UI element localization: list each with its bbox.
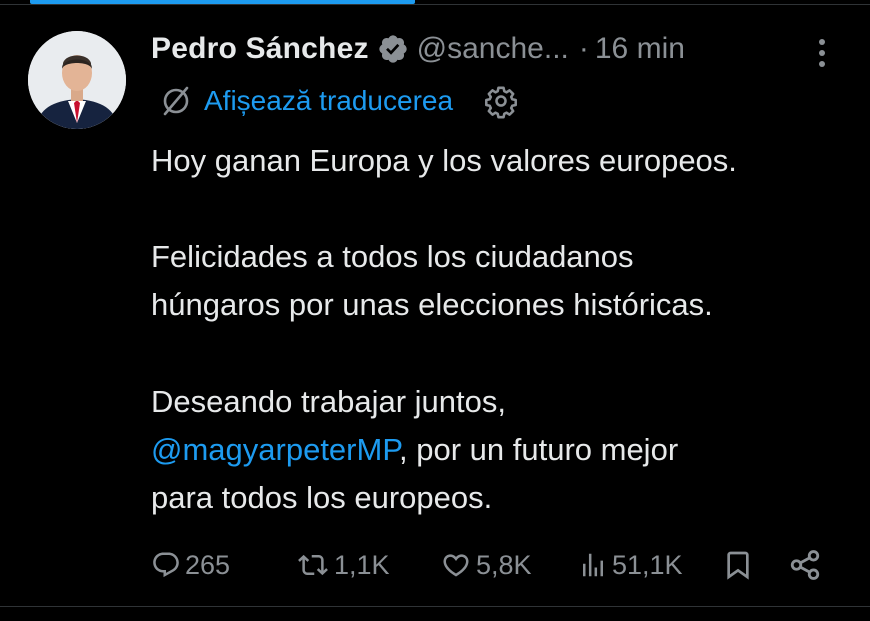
tweet-text-line: Hoy ganan Europa y los valores europeos.	[151, 143, 737, 178]
translate-globe-icon	[158, 83, 194, 119]
author-handle[interactable]: @sanche...	[417, 32, 569, 66]
verified-badge-icon	[377, 33, 409, 65]
share-icon	[788, 548, 822, 582]
settings-gear-icon[interactable]	[483, 83, 519, 119]
views-icon	[578, 550, 608, 580]
top-divider	[0, 4, 870, 5]
repost-count: 1,1K	[334, 549, 390, 580]
tweet-header: Pedro Sánchez @sanche... · 16 min	[151, 28, 685, 70]
like-button[interactable]: 5,8K	[440, 542, 532, 588]
tweet-text-line: Deseando trabajar juntos,	[151, 384, 507, 419]
share-button[interactable]	[788, 542, 822, 588]
views-count: 51,1K	[612, 549, 683, 580]
views-button[interactable]: 51,1K	[578, 542, 683, 588]
mention-link[interactable]: @magyarpeterMP	[151, 432, 399, 467]
like-count: 5,8K	[476, 549, 532, 580]
bookmark-icon	[722, 548, 754, 582]
author-name[interactable]: Pedro Sánchez	[151, 32, 369, 66]
tweet-text-line: @magyarpeterMP, por un futuro mejor	[151, 426, 678, 474]
tweet-text-line: Felicidades a todos los ciudadanos	[151, 239, 634, 274]
tweet-time[interactable]: 16 min	[595, 32, 685, 66]
tweet-text-line: para todos los europeos.	[151, 480, 493, 515]
reply-button[interactable]: 265	[151, 542, 230, 588]
repost-button[interactable]: 1,1K	[296, 542, 390, 588]
tweet-actions: 265 1,1K 5,8K 51,1K	[0, 542, 870, 588]
more-options-icon[interactable]	[812, 36, 832, 70]
avatar-portrait	[28, 31, 126, 129]
avatar[interactable]	[28, 31, 126, 129]
reply-count: 265	[185, 549, 231, 580]
bookmark-button[interactable]	[722, 542, 754, 588]
show-translation-link[interactable]: Afișează traducerea	[204, 85, 453, 117]
like-icon	[440, 550, 472, 580]
mention-suffix: , por un futuro mejor	[399, 432, 679, 467]
reply-icon	[151, 550, 181, 580]
repost-icon	[296, 550, 330, 580]
tweet-text-line: húngaros por unas elecciones históricas.	[151, 287, 713, 322]
bottom-divider	[0, 606, 870, 607]
translate-row: Afișează traducerea	[158, 82, 519, 120]
header-separator: ·	[578, 32, 589, 65]
